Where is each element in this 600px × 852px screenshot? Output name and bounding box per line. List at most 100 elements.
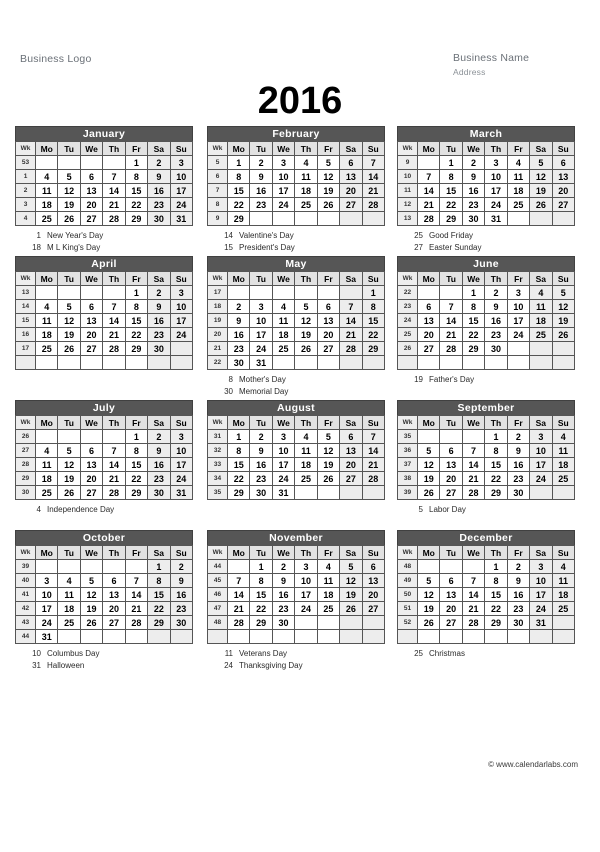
day-cell[interactable]: 24 [169, 327, 194, 342]
day-cell[interactable]: 9 [461, 169, 486, 184]
day-cell[interactable]: 23 [484, 327, 508, 342]
day-cell[interactable]: 16 [147, 183, 171, 198]
day-cell[interactable]: 2 [506, 429, 531, 444]
day-cell[interactable]: 2 [249, 155, 273, 170]
day-cell[interactable]: 4 [34, 443, 59, 458]
day-cell[interactable]: 18 [34, 471, 59, 486]
day-cell[interactable]: 2 [147, 285, 171, 300]
day-cell[interactable]: 18 [551, 587, 576, 602]
day-cell[interactable]: 19 [57, 327, 81, 342]
day-cell[interactable]: 6 [79, 443, 104, 458]
day-cell[interactable]: 22 [461, 327, 486, 342]
day-cell[interactable]: 5 [57, 443, 81, 458]
day-cell[interactable]: 26 [551, 327, 576, 342]
day-cell[interactable]: 10 [34, 587, 59, 602]
day-cell[interactable]: 4 [529, 285, 553, 300]
day-cell[interactable]: 23 [506, 471, 531, 486]
day-cell[interactable]: 1 [439, 155, 463, 170]
day-cell[interactable]: 14 [102, 183, 126, 198]
day-cell[interactable]: 30 [169, 615, 194, 630]
day-cell[interactable]: 16 [226, 327, 251, 342]
day-cell[interactable]: 10 [271, 169, 296, 184]
day-cell[interactable]: 5 [339, 559, 363, 574]
day-cell[interactable]: 1 [124, 285, 149, 300]
day-cell[interactable]: 14 [461, 457, 486, 472]
day-cell[interactable]: 23 [147, 471, 171, 486]
day-cell[interactable]: 4 [506, 155, 531, 170]
day-cell[interactable]: 20 [439, 471, 463, 486]
day-cell[interactable]: 2 [249, 429, 273, 444]
day-cell[interactable]: 22 [249, 601, 273, 616]
day-cell[interactable]: 2 [226, 299, 251, 314]
day-cell[interactable]: 24 [294, 601, 318, 616]
day-cell[interactable]: 30 [147, 485, 171, 500]
day-cell[interactable]: 5 [551, 285, 576, 300]
day-cell[interactable]: 18 [529, 313, 553, 328]
day-cell[interactable]: 1 [226, 429, 251, 444]
day-cell[interactable]: 30 [484, 341, 508, 356]
day-cell[interactable]: 4 [551, 559, 576, 574]
day-cell[interactable]: 11 [551, 443, 576, 458]
day-cell[interactable]: 1 [484, 559, 508, 574]
day-cell[interactable]: 31 [249, 355, 273, 370]
day-cell[interactable]: 13 [79, 457, 104, 472]
day-cell[interactable]: 6 [79, 169, 104, 184]
day-cell[interactable]: 8 [226, 443, 251, 458]
day-cell[interactable]: 5 [79, 573, 104, 588]
day-cell[interactable]: 28 [124, 615, 149, 630]
day-cell[interactable]: 22 [124, 197, 149, 212]
day-cell[interactable]: 8 [484, 443, 508, 458]
day-cell[interactable]: 27 [551, 197, 576, 212]
day-cell[interactable]: 26 [316, 471, 341, 486]
day-cell[interactable]: 3 [169, 155, 194, 170]
day-cell[interactable]: 13 [339, 169, 363, 184]
day-cell[interactable]: 26 [79, 615, 104, 630]
day-cell[interactable]: 9 [271, 573, 296, 588]
day-cell[interactable]: 30 [249, 485, 273, 500]
day-cell[interactable]: 10 [271, 443, 296, 458]
day-cell[interactable]: 3 [484, 155, 508, 170]
day-cell[interactable]: 19 [551, 313, 576, 328]
day-cell[interactable]: 3 [529, 429, 553, 444]
day-cell[interactable]: 22 [226, 471, 251, 486]
day-cell[interactable]: 6 [551, 155, 576, 170]
day-cell[interactable]: 27 [439, 615, 463, 630]
day-cell[interactable]: 30 [147, 341, 171, 356]
day-cell[interactable]: 21 [361, 457, 386, 472]
day-cell[interactable]: 28 [416, 211, 441, 226]
day-cell[interactable]: 8 [439, 169, 463, 184]
day-cell[interactable]: 7 [102, 299, 126, 314]
day-cell[interactable]: 9 [147, 443, 171, 458]
day-cell[interactable]: 7 [339, 299, 363, 314]
day-cell[interactable]: 26 [416, 485, 441, 500]
day-cell[interactable]: 19 [416, 601, 441, 616]
day-cell[interactable]: 4 [34, 169, 59, 184]
day-cell[interactable]: 18 [506, 183, 531, 198]
day-cell[interactable]: 19 [294, 327, 318, 342]
day-cell[interactable]: 1 [484, 429, 508, 444]
day-cell[interactable]: 12 [294, 313, 318, 328]
day-cell[interactable]: 18 [57, 601, 81, 616]
day-cell[interactable]: 19 [416, 471, 441, 486]
day-cell[interactable]: 3 [169, 429, 194, 444]
day-cell[interactable]: 5 [316, 429, 341, 444]
day-cell[interactable]: 20 [316, 327, 341, 342]
day-cell[interactable]: 25 [551, 601, 576, 616]
day-cell[interactable]: 5 [57, 299, 81, 314]
day-cell[interactable]: 17 [484, 183, 508, 198]
day-cell[interactable]: 31 [484, 211, 508, 226]
day-cell[interactable]: 7 [461, 573, 486, 588]
day-cell[interactable]: 21 [102, 471, 126, 486]
day-cell[interactable]: 20 [79, 327, 104, 342]
day-cell[interactable]: 30 [271, 615, 296, 630]
day-cell[interactable]: 2 [461, 155, 486, 170]
day-cell[interactable]: 2 [147, 155, 171, 170]
day-cell[interactable]: 13 [551, 169, 576, 184]
day-cell[interactable]: 9 [226, 313, 251, 328]
day-cell[interactable]: 6 [339, 429, 363, 444]
day-cell[interactable]: 14 [361, 443, 386, 458]
day-cell[interactable]: 2 [169, 559, 194, 574]
day-cell[interactable]: 2 [271, 559, 296, 574]
day-cell[interactable]: 12 [551, 299, 576, 314]
day-cell[interactable]: 9 [169, 573, 194, 588]
